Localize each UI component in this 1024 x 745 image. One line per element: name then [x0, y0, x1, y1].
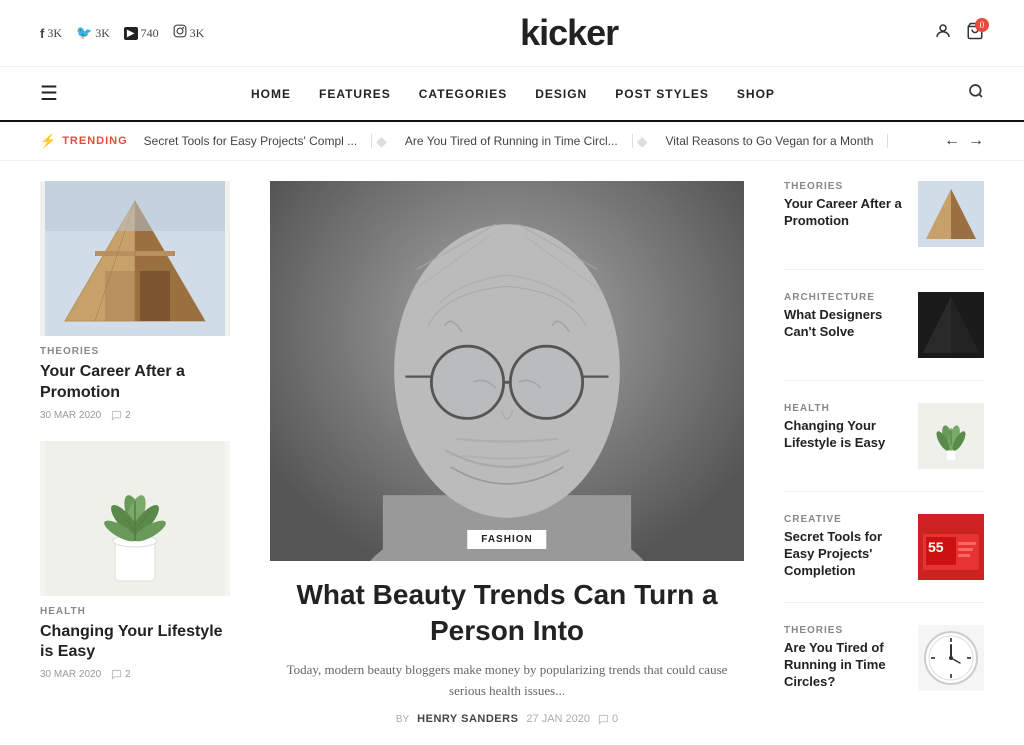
right-article-1-category: THEORIES	[784, 181, 906, 192]
main-content: THEORIES Your Career After a Promotion 3…	[0, 161, 1024, 745]
user-icon[interactable]	[934, 22, 952, 45]
left-article-2-meta: 30 MAR 2020 2	[40, 669, 230, 680]
twitter-icon: 🐦	[76, 25, 92, 41]
right-article-5: THEORIES Are You Tired of Running in Tim…	[784, 625, 984, 691]
trending-item-2[interactable]: Are You Tired of Running in Time Circl..…	[391, 134, 633, 148]
social-twitter[interactable]: 🐦 3K	[76, 25, 110, 41]
social-instagram[interactable]: 3K	[173, 24, 205, 42]
trending-text: TRENDING	[62, 135, 127, 147]
right-thumb-3[interactable]	[918, 403, 984, 469]
top-actions: 0	[934, 22, 984, 45]
right-article-2-info: ARCHITECTURE What Designers Can't Solve	[784, 292, 906, 341]
featured-title: What Beauty Trends Can Turn a Person Int…	[270, 577, 744, 650]
left-article-2-title[interactable]: Changing Your Lifestyle is Easy	[40, 622, 230, 664]
top-bar: f 3K 🐦 3K ▶ 740 3K kicker 0	[0, 0, 1024, 67]
instagram-icon	[173, 24, 187, 42]
left-article-1-category: THEORIES	[40, 346, 230, 357]
featured-date: 27 JAN 2020	[526, 713, 590, 725]
right-article-3-category: HEALTH	[784, 403, 906, 414]
featured-description: Today, modern beauty bloggers make money…	[270, 660, 744, 702]
left-article-2: HEALTH Changing Your Lifestyle is Easy 3…	[40, 441, 230, 681]
right-article-3-info: HEALTH Changing Your Lifestyle is Easy	[784, 403, 906, 452]
youtube-icon: ▶	[124, 27, 138, 40]
divider-1	[784, 269, 984, 270]
right-article-2-category: ARCHITECTURE	[784, 292, 906, 303]
divider-4	[784, 602, 984, 603]
trending-item-1[interactable]: Secret Tools for Easy Projects' Compl ..…	[144, 134, 372, 148]
nav-post-styles[interactable]: POST STYLES	[615, 87, 709, 101]
trending-item-3[interactable]: Vital Reasons to Go Vegan for a Month	[651, 134, 888, 148]
youtube-count: 740	[141, 26, 159, 41]
right-thumb-5[interactable]	[918, 625, 984, 691]
right-article-2: ARCHITECTURE What Designers Can't Solve	[784, 292, 984, 358]
facebook-icon: f	[40, 26, 44, 41]
social-links: f 3K 🐦 3K ▶ 740 3K	[40, 24, 204, 42]
right-article-1-info: THEORIES Your Career After a Promotion	[784, 181, 906, 230]
featured-author[interactable]: HENRY SANDERS	[417, 713, 518, 725]
right-article-5-info: THEORIES Are You Tired of Running in Tim…	[784, 625, 906, 691]
site-logo[interactable]: kicker	[520, 12, 618, 54]
right-thumb-2[interactable]	[918, 292, 984, 358]
featured-image[interactable]	[270, 181, 744, 561]
right-column: THEORIES Your Career After a Promotion A…	[764, 181, 984, 725]
hamburger-icon[interactable]: ☰	[40, 81, 58, 106]
facebook-count: 3K	[47, 26, 62, 41]
nav-categories[interactable]: CATEGORIES	[419, 87, 507, 101]
trending-bar: ⚡ TRENDING Secret Tools for Easy Project…	[0, 122, 1024, 161]
nav-features[interactable]: FEATURES	[319, 87, 391, 101]
svg-text:55: 55	[928, 539, 944, 555]
left-article-1-title[interactable]: Your Career After a Promotion	[40, 362, 230, 404]
featured-category-tag: FASHION	[467, 530, 546, 549]
right-article-5-category: THEORIES	[784, 625, 906, 636]
left-article-1-comments: 2	[111, 410, 131, 421]
right-article-3-title[interactable]: Changing Your Lifestyle is Easy	[784, 418, 906, 452]
right-article-5-title[interactable]: Are You Tired of Running in Time Circles…	[784, 640, 906, 691]
nav-bar: ☰ HOME FEATURES CATEGORIES DESIGN POST S…	[0, 67, 1024, 122]
nav-shop[interactable]: SHOP	[737, 87, 775, 101]
trending-items: Secret Tools for Easy Projects' Compl ..…	[144, 133, 928, 150]
right-article-4-category: CREATIVE	[784, 514, 906, 525]
right-article-2-title[interactable]: What Designers Can't Solve	[784, 307, 906, 341]
right-article-1: THEORIES Your Career After a Promotion	[784, 181, 984, 247]
article-image-1[interactable]	[40, 181, 230, 336]
byline-by: BY	[396, 714, 409, 725]
left-article-2-comments: 2	[111, 669, 131, 680]
right-article-1-title[interactable]: Your Career After a Promotion	[784, 196, 906, 230]
right-thumb-4[interactable]: 55	[918, 514, 984, 580]
nav-home[interactable]: HOME	[251, 87, 291, 101]
right-article-3: HEALTH Changing Your Lifestyle is Easy	[784, 403, 984, 469]
trending-nav: ← →	[944, 132, 984, 150]
instagram-count: 3K	[190, 26, 205, 41]
cart-icon-wrapper[interactable]: 0	[966, 22, 984, 45]
main-nav: HOME FEATURES CATEGORIES DESIGN POST STY…	[251, 87, 775, 101]
twitter-count: 3K	[95, 26, 110, 41]
divider-3	[784, 491, 984, 492]
left-article-1-date: 30 MAR 2020	[40, 410, 101, 421]
right-article-4-title[interactable]: Secret Tools for Easy Projects' Completi…	[784, 529, 906, 580]
trending-next[interactable]: →	[968, 132, 984, 150]
article-image-2[interactable]	[40, 441, 230, 596]
search-icon[interactable]	[968, 83, 984, 104]
left-article-2-date: 30 MAR 2020	[40, 669, 101, 680]
trending-label: ⚡ TRENDING	[40, 133, 128, 149]
social-facebook[interactable]: f 3K	[40, 26, 62, 41]
right-article-4: CREATIVE Secret Tools for Easy Projects'…	[784, 514, 984, 580]
right-article-4-info: CREATIVE Secret Tools for Easy Projects'…	[784, 514, 906, 580]
left-column: THEORIES Your Career After a Promotion 3…	[40, 181, 250, 725]
featured-byline: BY HENRY SANDERS 27 JAN 2020 0	[270, 713, 744, 725]
social-youtube[interactable]: ▶ 740	[124, 26, 159, 41]
featured-image-wrap: FASHION	[270, 181, 744, 561]
left-article-1-meta: 30 MAR 2020 2	[40, 410, 230, 421]
center-column: FASHION What Beauty Trends Can Turn a Pe…	[250, 181, 764, 725]
trending-prev[interactable]: ←	[944, 132, 960, 150]
cart-count-badge: 0	[975, 18, 989, 32]
left-article-2-category: HEALTH	[40, 606, 230, 617]
left-article-1: THEORIES Your Career After a Promotion 3…	[40, 181, 230, 421]
bolt-icon: ⚡	[40, 133, 57, 149]
divider-2	[784, 380, 984, 381]
nav-design[interactable]: DESIGN	[535, 87, 587, 101]
featured-comments: 0	[598, 713, 618, 725]
right-thumb-1[interactable]	[918, 181, 984, 247]
